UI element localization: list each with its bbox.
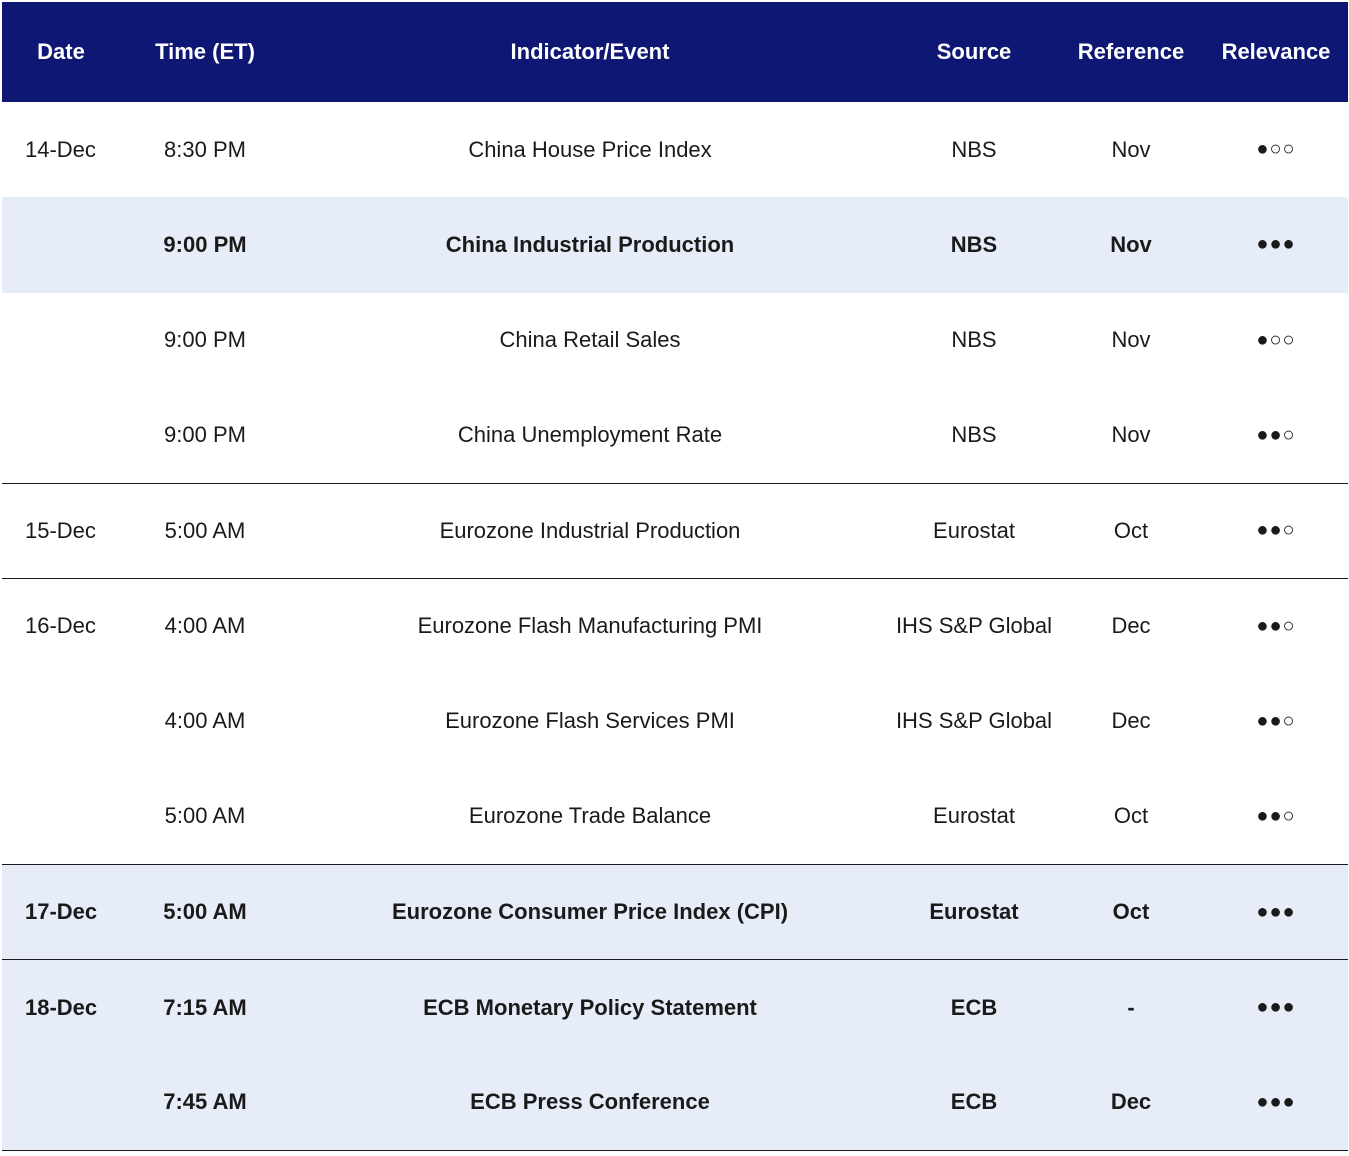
header-source: Source	[936, 39, 1012, 64]
cell-indicator: China Unemployment Rate	[290, 387, 890, 484]
relevance-dots: ●●○	[1204, 769, 1348, 865]
cell-reference: -	[1127, 994, 1135, 1020]
cell-date: 15-Dec	[2, 483, 120, 579]
cell-reference: Dec	[1111, 708, 1151, 734]
table-header: Date Time (ET) Indicator/Event Source Re…	[2, 2, 1348, 102]
cell-source: NBS	[951, 136, 997, 162]
cell-indicator: Eurozone Consumer Price Index (CPI)	[290, 864, 890, 961]
cell-source: IHS S&P Global	[895, 613, 1053, 639]
relevance-dots: ●●○	[1256, 614, 1296, 637]
cell-time: 9:00 PM	[120, 387, 290, 484]
cell-indicator: China Retail Sales	[499, 327, 681, 353]
relevance-dots: ●●●	[1256, 996, 1296, 1019]
cell-indicator: Eurozone Industrial Production	[290, 483, 890, 579]
cell-date: 14-Dec	[25, 136, 96, 162]
cell-source: NBS	[890, 387, 1058, 484]
relevance-dots: ●●○	[1204, 387, 1348, 484]
table-row: 7:45 AM ECB Press Conference ECB Dec ●●●	[2, 1054, 1348, 1151]
table-row: 16-Dec 4:00 AM Eurozone Flash Manufactur…	[2, 578, 1348, 673]
header-relevance: Relevance	[1221, 39, 1331, 64]
cell-indicator: China Industrial Production	[445, 231, 735, 257]
header-indicator: Indicator/Event	[510, 39, 670, 64]
table-row: 5:00 AM Eurozone Trade Balance Eurostat …	[2, 769, 1348, 865]
table-row: 9:00 PM China Unemployment Rate NBS Nov …	[2, 387, 1348, 484]
cell-date	[2, 293, 120, 388]
table-row: 18-Dec 7:15 AM ECB Monetary Policy State…	[2, 959, 1348, 1055]
cell-reference: Nov	[1111, 136, 1151, 162]
cell-source: Eurostat	[890, 864, 1058, 961]
cell-date	[2, 1054, 120, 1151]
cell-source: NBS	[950, 231, 998, 257]
cell-source: ECB	[890, 1054, 1058, 1151]
cell-source: NBS	[951, 327, 997, 353]
cell-source: Eurostat	[890, 483, 1058, 579]
cell-date	[2, 674, 120, 769]
cell-time: 4:00 AM	[164, 613, 246, 639]
cell-indicator: China House Price Index	[468, 136, 712, 162]
relevance-dots: ●●○	[1204, 483, 1348, 579]
relevance-dots: ●●●	[1204, 864, 1348, 961]
relevance-dots: ●●○	[1256, 709, 1296, 732]
table-row: 14-Dec 8:30 PM China House Price Index N…	[2, 102, 1348, 197]
table-row: 15-Dec 5:00 AM Eurozone Industrial Produ…	[2, 483, 1348, 579]
cell-date: 16-Dec	[25, 613, 96, 639]
cell-time: 8:30 PM	[164, 136, 246, 162]
cell-indicator: Eurozone Flash Manufacturing PMI	[417, 613, 763, 639]
cell-date: 17-Dec	[2, 864, 120, 961]
cell-reference: Dec	[1058, 1054, 1204, 1151]
table-row: 9:00 PM China Industrial Production NBS …	[2, 197, 1348, 293]
table-row: 17-Dec 5:00 AM Eurozone Consumer Price I…	[2, 864, 1348, 961]
header-reference: Reference	[1077, 39, 1185, 64]
header-row: Date Time (ET) Indicator/Event Source Re…	[2, 2, 1348, 102]
economic-calendar: Date Time (ET) Indicator/Event Source Re…	[0, 0, 1349, 1156]
cell-date: 18-Dec	[25, 994, 98, 1020]
cell-indicator: ECB Monetary Policy Statement	[423, 994, 757, 1020]
calendar-table: Date Time (ET) Indicator/Event Source Re…	[2, 2, 1348, 1151]
cell-time: 9:00 PM	[164, 327, 246, 353]
relevance-dots: ●○○	[1256, 138, 1296, 161]
table-body: 14-Dec 8:30 PM China House Price Index N…	[2, 102, 1348, 1151]
header-time: Time (ET)	[155, 39, 255, 64]
table-row: 9:00 PM China Retail Sales NBS Nov ●○○	[2, 293, 1348, 388]
cell-time: 5:00 AM	[120, 769, 290, 865]
cell-time: 5:00 AM	[120, 864, 290, 961]
cell-reference: Nov	[1058, 387, 1204, 484]
cell-date	[2, 197, 120, 292]
relevance-dots: ●○○	[1256, 328, 1296, 351]
cell-reference: Oct	[1058, 864, 1204, 961]
cell-time: 7:15 AM	[163, 994, 247, 1020]
cell-indicator: Eurozone Trade Balance	[290, 769, 890, 865]
relevance-dots: ●●●	[1204, 1054, 1348, 1151]
cell-source: IHS S&P Global	[895, 708, 1053, 734]
cell-indicator: Eurozone Flash Services PMI	[445, 708, 735, 734]
cell-indicator: ECB Press Conference	[290, 1054, 890, 1151]
cell-source: ECB	[950, 994, 998, 1020]
cell-date	[2, 769, 120, 865]
cell-time: 9:00 PM	[163, 231, 247, 257]
cell-reference: Nov	[1111, 327, 1151, 353]
cell-time: 7:45 AM	[120, 1054, 290, 1151]
cell-source: Eurostat	[890, 769, 1058, 865]
cell-time: 4:00 AM	[164, 708, 246, 734]
cell-reference: Nov	[1110, 231, 1152, 257]
cell-date	[2, 387, 120, 484]
table-row: 4:00 AM Eurozone Flash Services PMI IHS …	[2, 674, 1348, 769]
cell-reference: Oct	[1058, 769, 1204, 865]
cell-reference: Oct	[1058, 483, 1204, 579]
cell-time: 5:00 AM	[120, 483, 290, 579]
cell-reference: Dec	[1111, 613, 1151, 639]
relevance-dots: ●●●	[1256, 233, 1296, 256]
header-date: Date	[37, 39, 85, 64]
